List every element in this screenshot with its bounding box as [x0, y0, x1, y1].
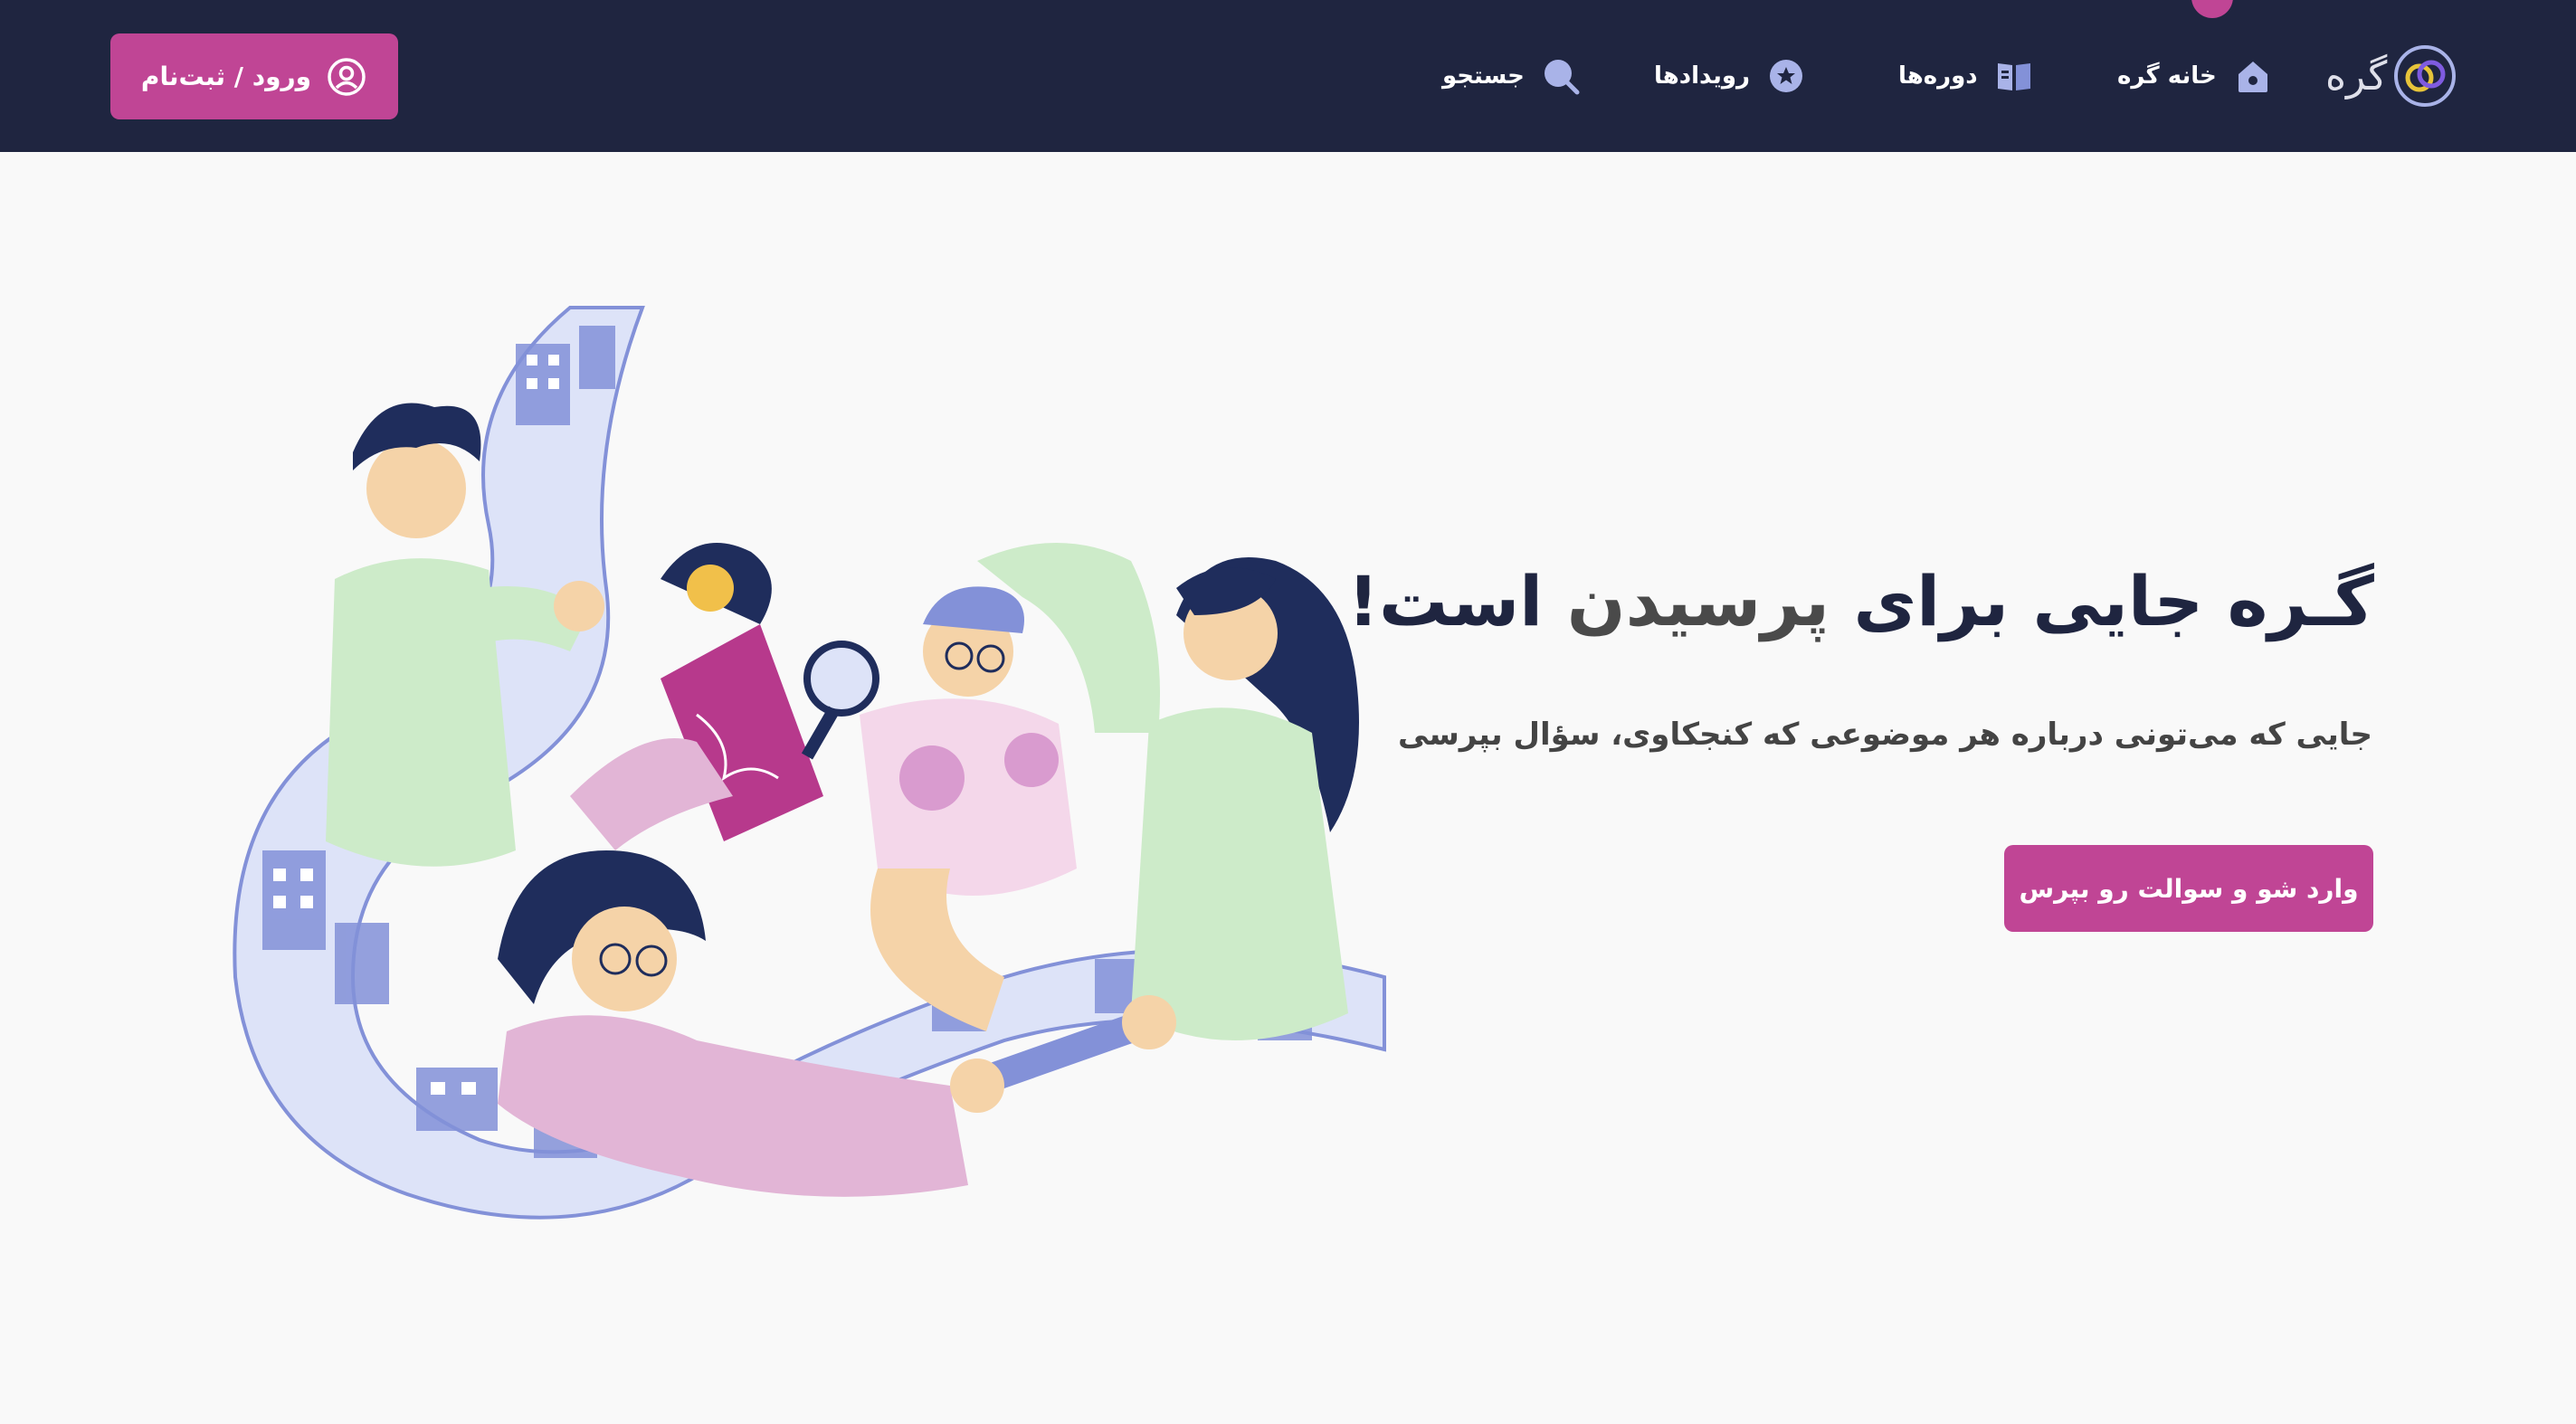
search-icon [1544, 60, 1580, 95]
nav-label-search: جستجو [1442, 62, 1525, 90]
people-asking-questions-illustration [233, 306, 1386, 1220]
nav-item-home[interactable]: خانه گره [2117, 51, 2275, 101]
login-signup-label: ورود / ثبت‌نام [140, 62, 312, 91]
nav-item-courses[interactable]: دوره‌ها [1898, 51, 2036, 101]
top-navbar: گره خانه گره دوره‌ها رویدادها جستج [0, 0, 2576, 152]
star-badge-icon [1769, 60, 1802, 92]
nav-label-courses: دوره‌ها [1898, 62, 1978, 90]
hero-title-part2: است! [1347, 561, 1567, 641]
nav-item-search[interactable]: جستجو [1442, 51, 1583, 101]
login-signup-button[interactable]: ورود / ثبت‌نام [110, 33, 398, 119]
decorative-dot [2191, 0, 2233, 18]
nav-label-home: خانه گره [2117, 62, 2217, 90]
hero-title-part1: گـره جایی برای [1830, 561, 2375, 641]
hero-title-highlight: پرسیدن [1566, 561, 1830, 641]
nav-label-events: رویدادها [1654, 62, 1750, 90]
user-circle-icon [328, 57, 366, 96]
hero-title: گـره جایی برای پرسیدن است! [1347, 561, 2374, 641]
book-icon [1997, 63, 2030, 90]
brand-logo[interactable]: گره [2325, 42, 2457, 110]
hero-subtitle: جایی که می‌تونی درباره هر موضوعی که کنجک… [1398, 717, 2372, 753]
ask-question-cta-button[interactable]: وارد شو و سوالت رو بپرس [2004, 845, 2373, 932]
home-icon [2238, 62, 2267, 92]
linked-rings-logo-icon [2394, 45, 2457, 107]
brand-name: گره [2325, 52, 2388, 100]
nav-item-events[interactable]: رویدادها [1654, 51, 1808, 101]
